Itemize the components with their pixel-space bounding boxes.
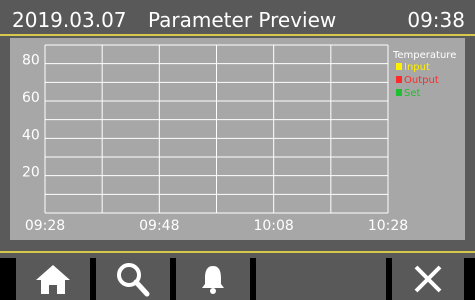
- bell-icon: [202, 266, 224, 294]
- legend-title: Temperature: [392, 50, 456, 61]
- search-button[interactable]: [96, 258, 170, 300]
- y-tick-label: 40: [22, 127, 40, 143]
- chart-panel: 80 60 40 20 09:28 09:48 10:08 10:28 Temperatur…: [10, 38, 465, 240]
- screen: 2019.03.07 Parameter Preview 09:38 80 60 4…: [0, 0, 475, 300]
- y-tick-label: 80: [22, 53, 40, 69]
- x-tick-label: 09:48: [139, 218, 179, 234]
- y-axis-ticks: 80 60 40 20: [22, 53, 40, 181]
- search-icon: [117, 263, 150, 297]
- x-tick-label: 10:08: [253, 218, 293, 234]
- legend-item-label: Set: [404, 88, 421, 99]
- legend-item-label: Input: [404, 62, 430, 73]
- header-time: 09:38: [407, 8, 465, 32]
- home-icon: [36, 265, 70, 294]
- header: 2019.03.07 Parameter Preview 09:38: [0, 0, 475, 36]
- temperature-chart: 80 60 40 20 09:28 09:48 10:08 10:28 Temperatur…: [22, 44, 456, 234]
- empty-slot: [256, 258, 386, 300]
- close-button[interactable]: [392, 258, 464, 300]
- header-divider: [0, 34, 475, 36]
- x-tick-label: 09:28: [25, 218, 65, 234]
- chart-grid: [44, 44, 389, 214]
- toolbar-divider: [0, 251, 475, 253]
- header-date: 2019.03.07: [12, 8, 127, 32]
- legend-swatch: [396, 63, 402, 70]
- y-tick-label: 60: [22, 90, 40, 106]
- toolbar: [0, 258, 475, 300]
- page-title: Parameter Preview: [148, 8, 337, 32]
- chart-legend: TemperatureInput Output Set: [392, 50, 456, 99]
- legend-swatch: [396, 89, 402, 96]
- close-icon: [414, 265, 442, 293]
- legend-swatch: [396, 76, 402, 83]
- x-axis-ticks: 09:28 09:48 10:08 10:28: [25, 218, 408, 234]
- alarm-button[interactable]: [176, 258, 250, 300]
- y-tick-label: 20: [22, 165, 40, 181]
- home-button[interactable]: [16, 258, 90, 300]
- legend-item-label: Output: [404, 75, 439, 86]
- x-tick-label: 10:28: [368, 218, 408, 234]
